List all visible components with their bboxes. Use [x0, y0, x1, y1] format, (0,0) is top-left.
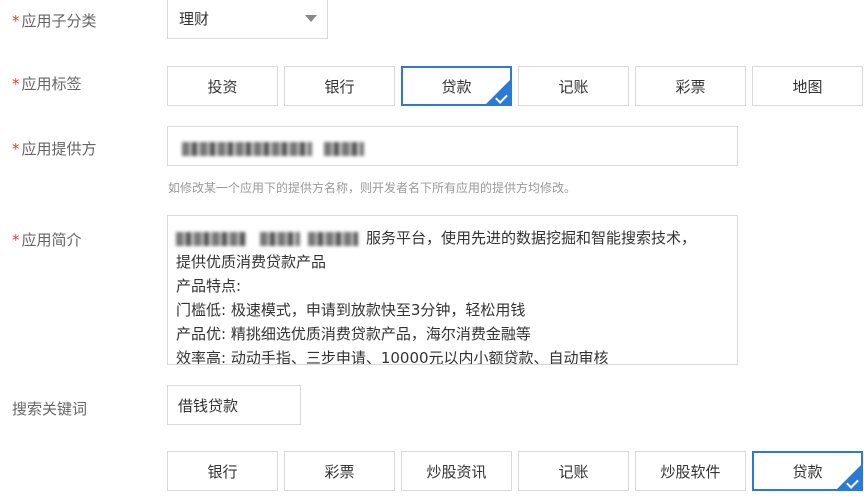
required-mark: *	[12, 75, 20, 93]
keywords-input[interactable]: 借钱贷款	[167, 385, 301, 425]
keywords-label: 搜索关键词	[12, 400, 88, 418]
caret-down-icon	[305, 15, 317, 22]
tag-option-4[interactable]: 彩票	[635, 66, 746, 106]
provider-hint: 如修改某一个应用下的提供方名称，则开发者名下所有应用的提供方均修改。	[168, 181, 577, 195]
keywords-value: 借钱贷款	[178, 397, 239, 415]
intro-label: * 应用简介	[12, 231, 82, 249]
intro-textarea[interactable]: 服务平台，使用先进的数据挖掘和智能搜索技术， 提供优质消费贷款产品 产品特点: …	[167, 215, 738, 365]
tags-label: * 应用标签	[12, 75, 82, 93]
intro-line: 产品特点:	[176, 277, 242, 295]
keyword-option-4[interactable]: 炒股软件	[635, 451, 746, 491]
subcategory-value: 理财	[179, 10, 210, 28]
provider-label: * 应用提供方	[12, 140, 97, 158]
keyword-option-5[interactable]: 贷款	[752, 451, 863, 491]
tag-option-2[interactable]: 贷款	[401, 66, 512, 106]
keyword-option-1[interactable]: 彩票	[284, 451, 395, 491]
tag-option-5[interactable]: 地图	[752, 66, 863, 106]
tag-option-3[interactable]: 记账	[518, 66, 629, 106]
keyword-option-3[interactable]: 记账	[518, 451, 629, 491]
redacted-text	[182, 141, 312, 156]
provider-input[interactable]	[167, 126, 738, 166]
intro-line: 提供优质消费贷款产品	[176, 253, 327, 271]
required-mark: *	[12, 12, 20, 30]
subcategory-select[interactable]: 理财	[167, 0, 328, 39]
tag-option-0[interactable]: 投资	[167, 66, 278, 106]
tag-option-1[interactable]: 银行	[284, 66, 395, 106]
keyword-option-0[interactable]: 银行	[167, 451, 278, 491]
intro-line: 产品优: 精挑细选优质消费贷款产品，海尔消费金融等	[176, 325, 531, 343]
redacted-text	[176, 226, 358, 250]
intro-line: 门槛低: 极速模式，申请到放款快至3分钟，轻松用钱	[176, 301, 526, 319]
required-mark: *	[12, 231, 20, 249]
required-mark: *	[12, 140, 20, 158]
subcategory-label: * 应用子分类	[12, 12, 97, 30]
redacted-text	[324, 141, 364, 156]
intro-line: 效率高: 动动手指、三步申请、10000元以内小额贷款、自动审核	[176, 349, 609, 365]
keyword-option-2[interactable]: 炒股资讯	[401, 451, 512, 491]
